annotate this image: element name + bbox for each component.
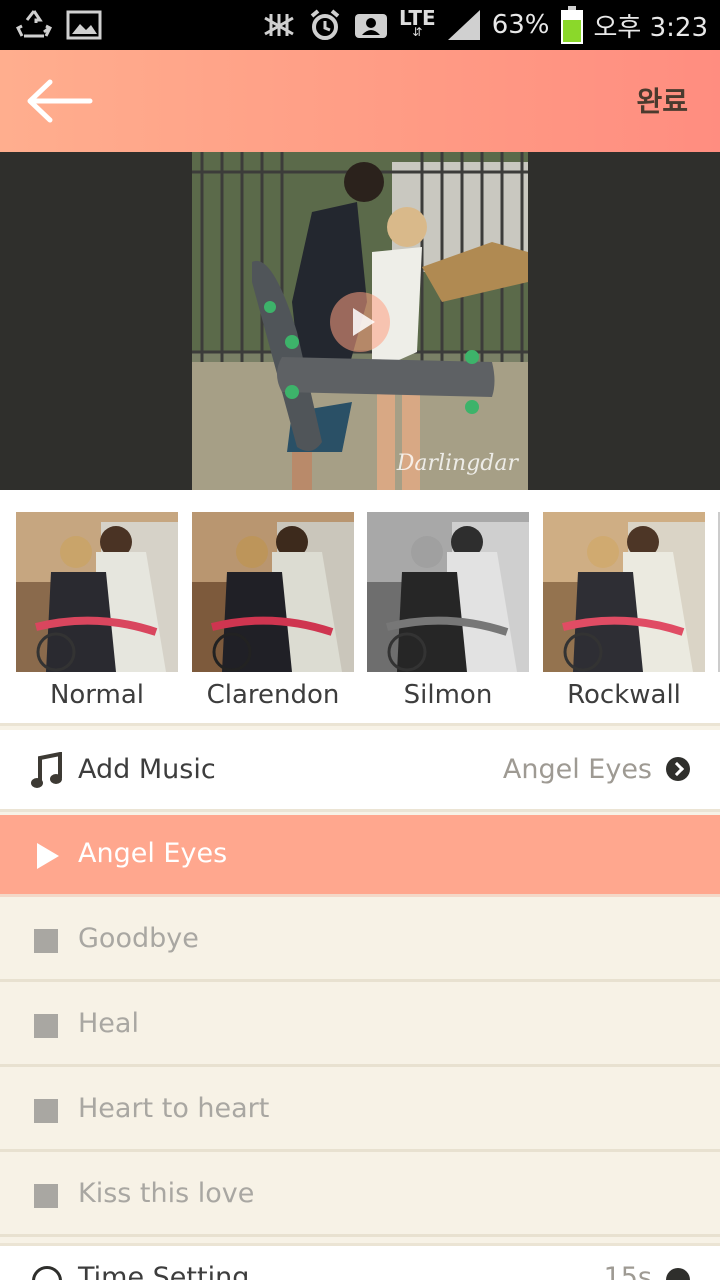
back-arrow-icon[interactable]	[22, 74, 98, 128]
time-setting-label: Time Setting	[78, 1262, 250, 1280]
play-icon	[37, 843, 59, 869]
chevron-right-icon	[666, 1268, 690, 1280]
filter-rockwall[interactable]: Rockwall	[543, 512, 705, 710]
filter-label: Clarendon	[206, 680, 340, 710]
song-name: Heart to heart	[78, 1093, 270, 1124]
song-name: Goodbye	[78, 923, 199, 954]
network-indicator: LTE ⇵	[398, 6, 436, 39]
song-name: Angel Eyes	[78, 838, 228, 869]
stop-icon	[34, 1099, 58, 1123]
clock-icon	[32, 1266, 62, 1280]
contact-icon	[354, 14, 387, 38]
no-sound-icon	[264, 14, 294, 36]
filter-clarendon[interactable]: Clarendon	[192, 512, 354, 710]
song-name: Kiss this love	[78, 1178, 255, 1209]
filter-normal[interactable]: Normal	[16, 512, 178, 710]
song-item-angel-eyes[interactable]: Angel Eyes	[0, 815, 720, 897]
stop-icon	[34, 1014, 58, 1038]
chevron-right-icon	[666, 757, 690, 781]
clock: 오후 3:23	[593, 12, 709, 43]
done-button[interactable]: 완료	[636, 80, 688, 120]
filter-thumbnail	[367, 512, 529, 672]
filter-thumbnail	[16, 512, 178, 672]
filter-label: Silmon	[403, 680, 493, 710]
song-name: Heal	[78, 1008, 139, 1039]
filter-thumbnail	[543, 512, 705, 672]
song-item-heart-to-heart[interactable]: Heart to heart	[0, 1070, 720, 1152]
signal-icon	[447, 10, 480, 40]
selected-music-value: Angel Eyes	[502, 754, 652, 785]
filter-label: Rockwall	[567, 680, 681, 710]
song-item-heal[interactable]: Heal	[0, 985, 720, 1067]
filter-label: Normal	[49, 680, 145, 710]
song-item-goodbye[interactable]: Goodbye	[0, 900, 720, 982]
video-preview: Darlingdar	[0, 152, 720, 490]
play-button[interactable]	[330, 292, 390, 352]
alarm-icon	[310, 9, 340, 40]
add-music-label: Add Music	[78, 754, 216, 785]
music-note-icon	[31, 752, 62, 788]
time-setting-value: 15s	[603, 1262, 652, 1280]
watermark: Darlingdar	[396, 451, 518, 476]
stop-icon	[34, 1184, 58, 1208]
status-bar: LTE ⇵ 63% 오후 3:23	[0, 0, 720, 50]
filter-silmon[interactable]: Silmon	[367, 512, 529, 710]
song-item-kiss-this-love[interactable]: Kiss this love	[0, 1155, 720, 1237]
recycle-icon	[16, 10, 52, 38]
screen: LTE ⇵ 63% 오후 3:23 완료 Darlingdar Normal C…	[0, 0, 720, 1280]
preview-photo: Darlingdar	[192, 152, 528, 490]
filter-thumbnail	[192, 512, 354, 672]
add-music-row[interactable]: Add Music Angel Eyes	[0, 730, 720, 812]
image-icon	[66, 10, 102, 40]
stop-icon	[34, 929, 58, 953]
time-setting-row[interactable]: Time Setting 15s	[0, 1243, 720, 1280]
battery-icon	[560, 6, 583, 44]
top-bar: 완료	[0, 50, 720, 152]
battery-percent: 63%	[491, 10, 550, 40]
filter-strip: Normal Clarendon Silmon Rockwall	[0, 490, 720, 726]
